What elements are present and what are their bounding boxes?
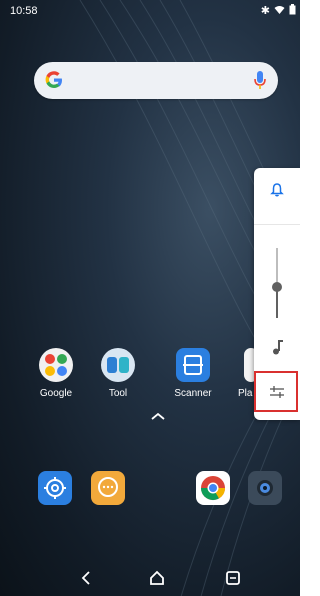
volume-panel <box>254 168 300 420</box>
app-drawer-chevron-icon[interactable] <box>150 411 166 421</box>
volume-slider-thumb[interactable] <box>272 281 282 292</box>
app-google-folder[interactable]: Google <box>31 348 81 399</box>
back-icon[interactable] <box>76 568 96 588</box>
camera-app-icon[interactable] <box>248 471 282 505</box>
google-search-bar[interactable] <box>34 62 278 99</box>
recents-icon[interactable] <box>223 568 243 588</box>
app-scanner[interactable]: Scanner <box>168 348 218 399</box>
status-time: 10:58 <box>10 5 38 17</box>
bluetooth-icon: ✱ <box>260 5 270 17</box>
sound-settings-button[interactable] <box>254 371 298 412</box>
app-label: Scanner <box>174 388 212 399</box>
app-label: Tool <box>108 388 128 399</box>
messages-app-icon[interactable] <box>91 471 125 505</box>
mic-icon[interactable] <box>254 71 266 90</box>
home-screen: 10:58 ✱ Google Tool Scanner Pla <box>0 0 300 596</box>
scanner-icon <box>176 348 210 382</box>
navigation-bar <box>0 560 300 596</box>
home-icon[interactable] <box>147 568 167 588</box>
bell-icon[interactable] <box>269 182 285 198</box>
sliders-icon <box>270 386 284 398</box>
chrome-app-icon[interactable] <box>196 471 230 505</box>
status-bar: 10:58 ✱ <box>0 0 300 22</box>
status-icons: ✱ <box>261 4 296 18</box>
music-note-icon <box>273 340 283 355</box>
google-g-logo <box>45 71 62 88</box>
tool-folder-icon <box>101 348 135 382</box>
app-tool-folder[interactable]: Tool <box>93 348 143 399</box>
panel-divider <box>254 224 300 225</box>
google-folder-icon <box>39 348 73 382</box>
app-label: Google <box>39 388 73 399</box>
settings-app-icon[interactable] <box>38 471 72 505</box>
wifi-icon <box>274 5 285 18</box>
battery-icon <box>289 4 296 18</box>
